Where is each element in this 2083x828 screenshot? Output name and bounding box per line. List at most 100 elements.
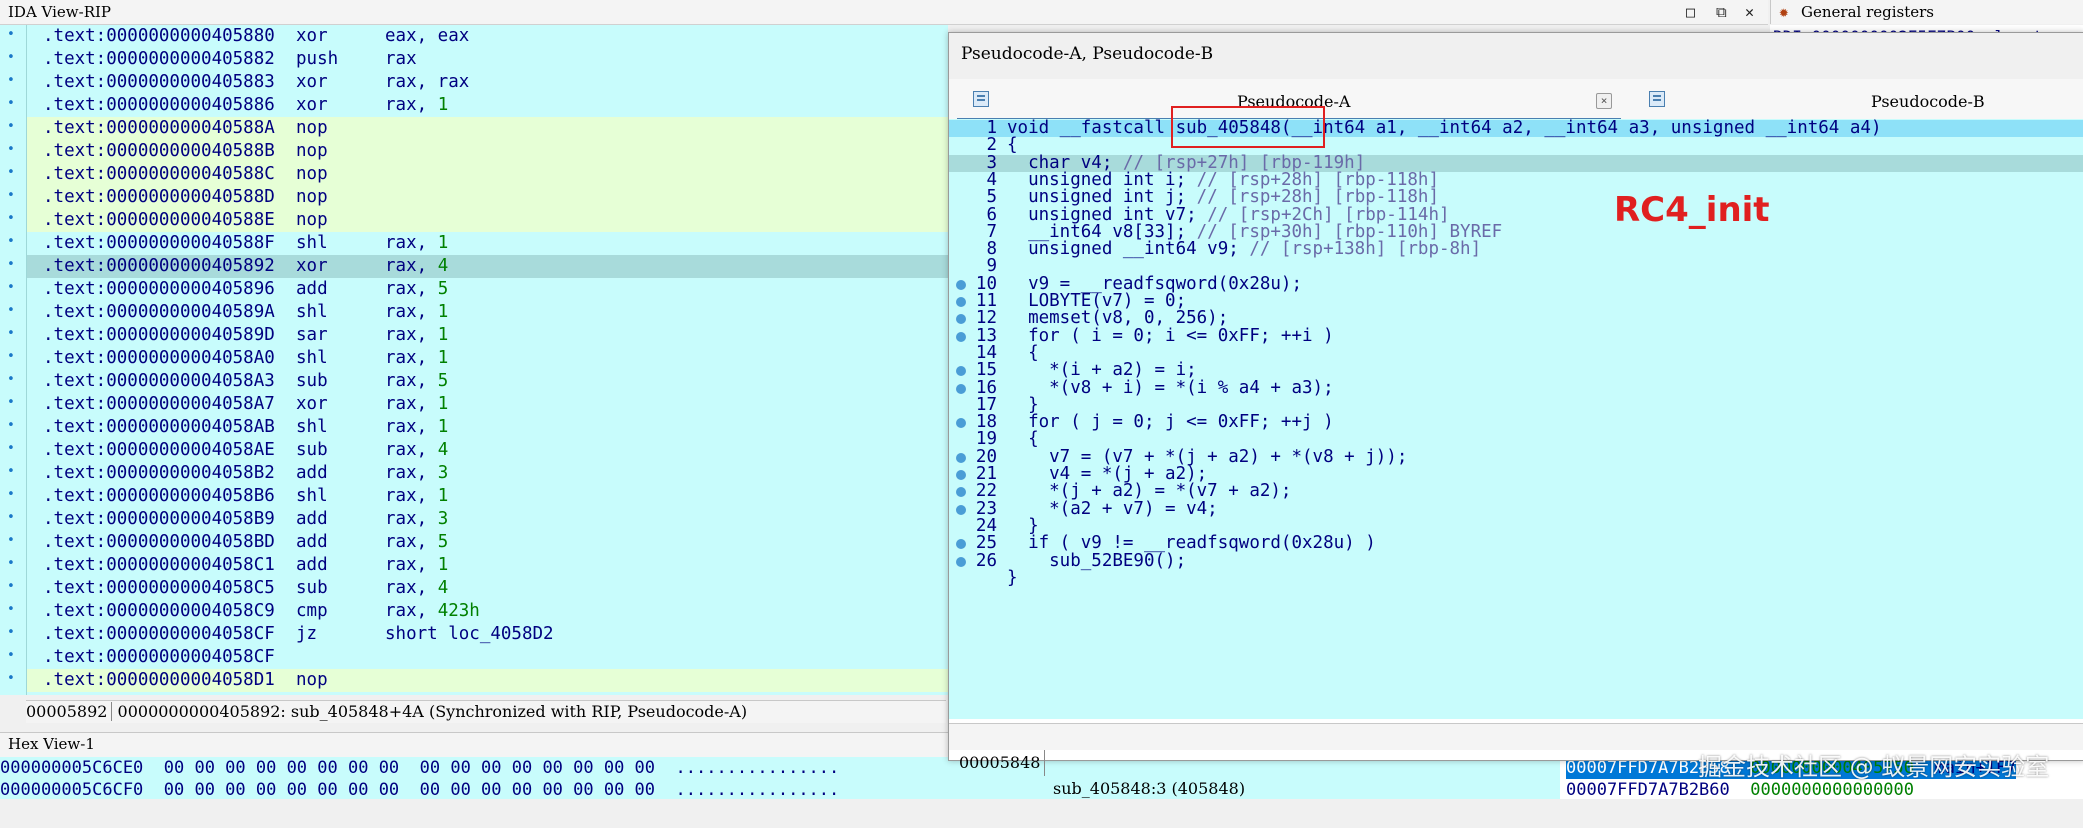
source-text: for ( j = 0; j <= 0xFF; ++j ) [1007,413,1334,431]
instruction-mnemonic: jz [296,624,318,644]
flow-dot-icon: • [7,372,15,387]
disassembly-row[interactable]: • .text:000000000040588D nop [7,186,948,209]
disassembly-row[interactable]: • .text:0000000000405883 xor rax, rax [7,71,948,94]
disassembly-row[interactable]: • .text:000000000040589D sar rax, 1 [7,324,948,347]
pseudocode-line[interactable]: } [949,567,2083,588]
disassembly-row[interactable]: • .text:00000000004058B2 add rax, 3 [7,462,948,485]
operand-immediate: 1 [437,233,449,253]
hex-view[interactable]: 000000005C6CE0 00 00 00 00 00 00 00 00 0… [0,757,1560,801]
disassembly-row[interactable]: • .text:00000000004058D1 nop [7,669,948,692]
flow-dot-icon: • [7,211,15,226]
instruction-mnemonic: add [296,279,328,299]
disassembly-row[interactable]: • .text:0000000000405880 xor eax, eax [7,25,948,48]
pseudocode-line[interactable]: 8 unsigned __int64 v9; // [rsp+138h] [rb… [949,240,2083,258]
operand-immediate: 4 [437,256,449,276]
instruction-operands: rax, rax [385,71,469,94]
operand-immediate: 1 [437,302,449,322]
operand-immediate: 3 [437,509,449,529]
instruction-address: .text:0000000000405886 [43,95,275,115]
instruction-mnemonic: add [296,463,328,483]
disassembly-row[interactable]: • .text:0000000000405896 add rax, 5 [7,278,948,301]
disassembly-row[interactable]: • .text:00000000004058B6 shl rax, 1 [7,485,948,508]
operand-immediate: 4 [437,578,449,598]
instruction-operands: rax, 1 [385,94,448,117]
disassembly-row[interactable]: • .text:00000000004058CF [7,646,948,669]
disassembly-row[interactable]: • .text:00000000004058C5 sub rax, 4 [7,577,948,600]
flow-dot-icon: • [7,671,15,686]
disassembly-row[interactable]: • .text:00000000004058A0 shl rax, 1 [7,347,948,370]
code-text: sub_52BE90(); [1007,550,1187,571]
instruction-mnemonic: sar [296,325,328,345]
source-text: for ( i = 0; i <= 0xFF; ++i ) [1007,327,1334,345]
operand-text: rax, [385,348,438,368]
disassembly-row[interactable]: • .text:000000000040588E nop [7,209,948,232]
hex-row[interactable]: 000000005C6CE0 00 00 00 00 00 00 00 00 0… [0,757,839,779]
instruction-mnemonic: shl [296,417,328,437]
operand-text: rax, [385,394,438,414]
pseudocode-line[interactable]: 13 for ( i = 0; i <= 0xFF; ++i ) [949,327,2083,345]
disassembly-row[interactable]: • .text:00000000004058C1 add rax, 1 [7,554,948,577]
pseudocode-line[interactable]: 1 void __fastcall sub_405848(__int64 a1, … [949,119,2083,138]
instruction-mnemonic: nop [296,118,328,138]
pseudocode-line[interactable]: 23 *(a2 + v7) = v4; [949,500,2083,518]
disassembly-row[interactable]: • .text:000000000040589A shl rax, 1 [7,301,948,324]
operand-text: rax, [385,371,438,391]
stack-row[interactable]: 00007FFD7A7B2B60 0000000000000000 [1566,779,1914,801]
pseudocode-view[interactable]: 1 void __fastcall sub_405848(__int64 a1, … [949,119,2083,719]
close-button[interactable]: ✕ [1745,3,1754,21]
instruction-mnemonic: xor [296,256,328,276]
disassembly-row[interactable]: • .text:00000000004058A7 xor rax, 1 [7,393,948,416]
operand-immediate: 4 [437,440,449,460]
operand-text: rax, [385,325,438,345]
disassembly-row[interactable]: • .text:00000000004058A3 sub rax, 5 [7,370,948,393]
disassembly-row[interactable]: • .text:0000000000405882 push rax [7,48,948,71]
disassembly-row[interactable]: • .text:000000000040588A nop [7,117,948,140]
instruction-mnemonic: shl [296,486,328,506]
maximize-button[interactable]: □ [1686,3,1695,21]
disassembly-view[interactable]: • .text:0000000000405880 xor eax, eax • .text… [0,25,948,695]
disassembly-row[interactable]: • .text:000000000040588F shl rax, 1 [7,232,948,255]
flow-dot-icon: • [7,510,15,525]
instruction-address: .text:00000000004058D1 [43,670,275,690]
flow-dot-icon: • [7,441,15,456]
instruction-mnemonic: cmp [296,601,328,621]
instruction-mnemonic: shl [296,233,328,253]
instruction-operands: rax, 1 [385,301,448,324]
pseudocode-line[interactable]: 16 *(v8 + i) = *(i % a4 + a3); [949,379,2083,397]
disassembly-row[interactable]: • .text:0000000000405886 xor rax, 1 [7,94,948,117]
instruction-address: .text:000000000040588E [43,210,275,230]
operand-immediate: 423h [437,601,480,621]
disassembly-row[interactable]: • .text:00000000004058AB shl rax, 1 [7,416,948,439]
tab-pseudocode-b[interactable]: Pseudocode-B [1633,85,2078,118]
disassembly-row[interactable]: • .text:000000000040588B nop [7,140,948,163]
operand-text: rax, [385,302,438,322]
status-location: 0000000000405892: sub_405848+4A (Synchro… [117,702,748,721]
flow-dot-icon: • [7,27,15,42]
hex-row[interactable]: 000000005C6CF0 00 00 00 00 00 00 00 00 0… [0,779,839,801]
disassembly-row[interactable]: • .text:00000000004058CF jz short loc_4058D… [7,623,948,646]
pseudocode-window-caption[interactable]: Pseudocode-A, Pseudocode-B [949,33,2083,80]
operand-text: rax, [385,463,438,483]
stack-value: 0000000000000000 [1750,780,1915,800]
disassembly-row[interactable]: • .text:000000000040588C nop [7,163,948,186]
line-number: 5 [986,187,997,208]
disassembly-row[interactable]: • .text:00000000004058AE sub rax, 4 [7,439,948,462]
flow-dot-icon: • [7,648,15,663]
instruction-operands: rax, 1 [385,485,448,508]
pseudocode-line[interactable]: 18 for ( j = 0; j <= 0xFF; ++j ) [949,413,2083,431]
disassembly-row[interactable]: • .text:00000000004058C9 cmp rax, 423h [7,600,948,623]
disassembly-row[interactable]: • .text:0000000000405892 xor rax, 4 [7,255,948,278]
operand-immediate: 1 [437,394,449,414]
restore-button[interactable]: ⧉ [1716,3,1727,21]
operand-immediate: 5 [437,532,449,552]
pseudocode-window[interactable]: Pseudocode-A, Pseudocode-B Pseudocode-A … [948,32,2083,798]
pseudocode-line[interactable]: 26 sub_52BE90(); [949,550,2083,571]
instruction-address: .text:00000000004058BD [43,532,275,552]
disassembly-row[interactable]: • .text:00000000004058B9 add rax, 3 [7,508,948,531]
instruction-address: .text:0000000000405882 [43,49,275,69]
code-text: } [1007,567,1018,588]
disassembly-row[interactable]: • .text:00000000004058BD add rax, 5 [7,531,948,554]
operand-immediate: 1 [437,486,449,506]
operand-text: rax, [385,486,438,506]
close-icon[interactable]: × [1596,93,1612,109]
